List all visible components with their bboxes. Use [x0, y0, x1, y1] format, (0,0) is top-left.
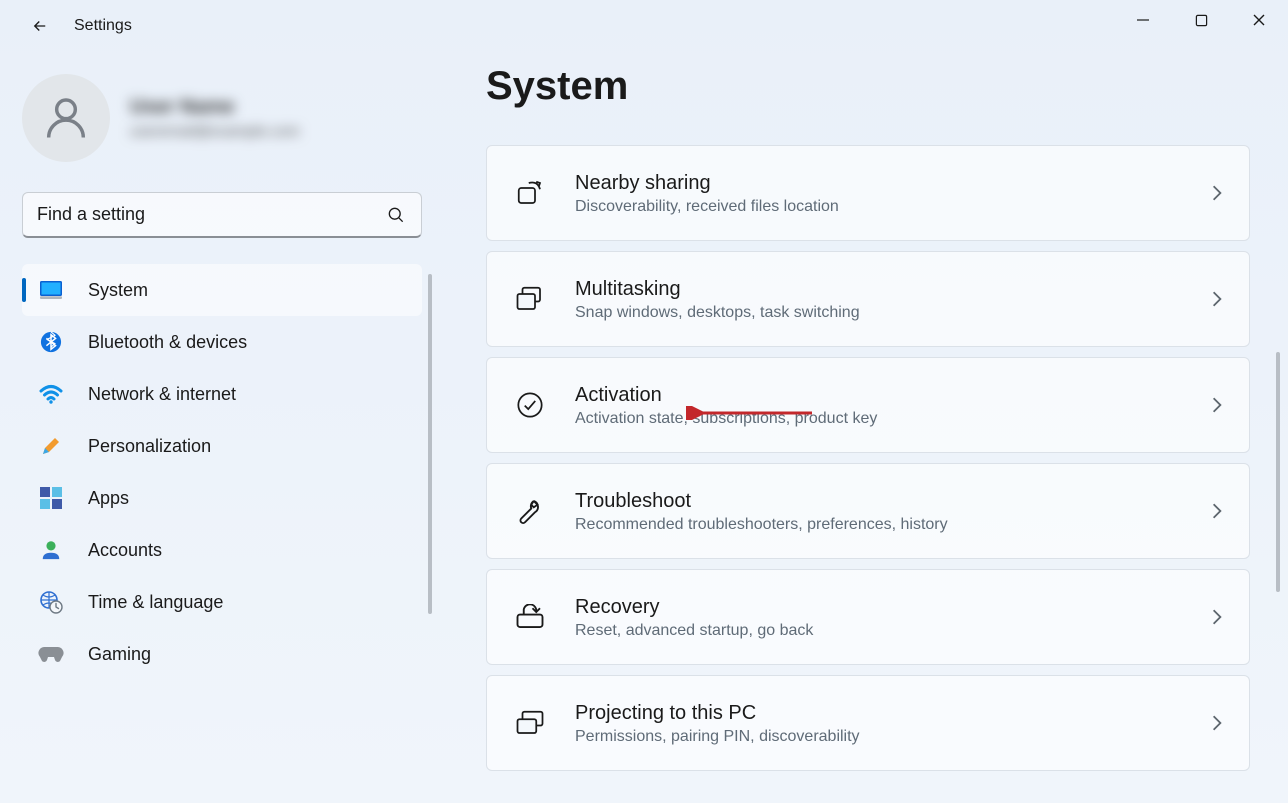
card-troubleshoot[interactable]: Troubleshoot Recommended troubleshooters…	[486, 463, 1250, 559]
maximize-icon	[1195, 14, 1208, 27]
content-scrollbar[interactable]	[1276, 352, 1280, 592]
sidebar-item-label: Gaming	[88, 644, 151, 665]
card-title: Nearby sharing	[575, 171, 1211, 196]
sidebar-item-label: Bluetooth & devices	[88, 332, 247, 353]
sidebar-item-accounts[interactable]: Accounts	[22, 524, 422, 576]
search-icon	[386, 205, 406, 225]
card-subtitle: Recommended troubleshooters, preferences…	[575, 516, 1211, 534]
app-title: Settings	[74, 17, 132, 35]
sidebar: User Name useremail@example.com System	[0, 52, 440, 803]
nav-list: System Bluetooth & devices Network & int…	[22, 264, 422, 680]
card-title: Multitasking	[575, 277, 1211, 302]
brush-icon	[38, 433, 64, 459]
chevron-right-icon	[1211, 608, 1223, 626]
sidebar-item-label: Time & language	[88, 592, 223, 613]
sidebar-item-system[interactable]: System	[22, 264, 422, 316]
card-subtitle: Permissions, pairing PIN, discoverabilit…	[575, 728, 1211, 746]
card-list: Nearby sharing Discoverability, received…	[486, 145, 1250, 771]
globe-clock-icon	[38, 589, 64, 615]
card-subtitle: Snap windows, desktops, task switching	[575, 304, 1211, 322]
titlebar: Settings	[0, 0, 1288, 52]
recovery-icon	[513, 600, 547, 634]
minimize-button[interactable]	[1114, 0, 1172, 40]
sidebar-item-label: Accounts	[88, 540, 162, 561]
project-icon	[513, 706, 547, 740]
card-title: Recovery	[575, 595, 1211, 620]
card-subtitle: Reset, advanced startup, go back	[575, 622, 1211, 640]
profile-text: User Name useremail@example.com	[130, 96, 299, 140]
card-multitasking[interactable]: Multitasking Snap windows, desktops, tas…	[486, 251, 1250, 347]
search-input[interactable]	[22, 192, 422, 238]
profile-section[interactable]: User Name useremail@example.com	[22, 74, 418, 162]
close-icon	[1252, 13, 1266, 27]
chevron-right-icon	[1211, 502, 1223, 520]
window-controls	[1114, 0, 1288, 40]
gamepad-icon	[38, 641, 64, 667]
content: System Nearby sharing Discoverability, r…	[440, 52, 1288, 803]
multitask-icon	[513, 282, 547, 316]
person-icon	[40, 92, 92, 144]
sidebar-scrollbar[interactable]	[428, 274, 432, 614]
sidebar-item-label: Apps	[88, 488, 129, 509]
profile-name: User Name	[130, 96, 299, 119]
search-wrap	[22, 192, 422, 238]
back-button[interactable]	[28, 14, 52, 38]
sidebar-item-gaming[interactable]: Gaming	[22, 628, 422, 680]
card-title: Troubleshoot	[575, 489, 1211, 514]
card-title: Projecting to this PC	[575, 701, 1211, 726]
sidebar-item-personalization[interactable]: Personalization	[22, 420, 422, 472]
share-icon	[513, 176, 547, 210]
card-projecting[interactable]: Projecting to this PC Permissions, pairi…	[486, 675, 1250, 771]
page-title: System	[486, 64, 1288, 109]
sidebar-item-label: System	[88, 280, 148, 301]
chevron-right-icon	[1211, 184, 1223, 202]
sidebar-item-label: Personalization	[88, 436, 211, 457]
chevron-right-icon	[1211, 396, 1223, 414]
monitor-icon	[38, 277, 64, 303]
check-circle-icon	[513, 388, 547, 422]
card-title: Activation	[575, 383, 1211, 408]
sidebar-item-network[interactable]: Network & internet	[22, 368, 422, 420]
card-activation[interactable]: Activation Activation state, subscriptio…	[486, 357, 1250, 453]
person-icon	[38, 537, 64, 563]
sidebar-item-time-language[interactable]: Time & language	[22, 576, 422, 628]
card-nearby-sharing[interactable]: Nearby sharing Discoverability, received…	[486, 145, 1250, 241]
close-button[interactable]	[1230, 0, 1288, 40]
card-recovery[interactable]: Recovery Reset, advanced startup, go bac…	[486, 569, 1250, 665]
maximize-button[interactable]	[1172, 0, 1230, 40]
profile-email: useremail@example.com	[130, 123, 299, 140]
sidebar-item-bluetooth[interactable]: Bluetooth & devices	[22, 316, 422, 368]
chevron-right-icon	[1211, 714, 1223, 732]
wrench-icon	[513, 494, 547, 528]
arrow-left-icon	[31, 17, 49, 35]
wifi-icon	[38, 381, 64, 407]
minimize-icon	[1136, 13, 1150, 27]
sidebar-item-apps[interactable]: Apps	[22, 472, 422, 524]
card-subtitle: Activation state, subscriptions, product…	[575, 410, 1211, 428]
bluetooth-icon	[38, 329, 64, 355]
card-subtitle: Discoverability, received files location	[575, 198, 1211, 216]
chevron-right-icon	[1211, 290, 1223, 308]
apps-icon	[38, 485, 64, 511]
avatar	[22, 74, 110, 162]
sidebar-item-label: Network & internet	[88, 384, 236, 405]
